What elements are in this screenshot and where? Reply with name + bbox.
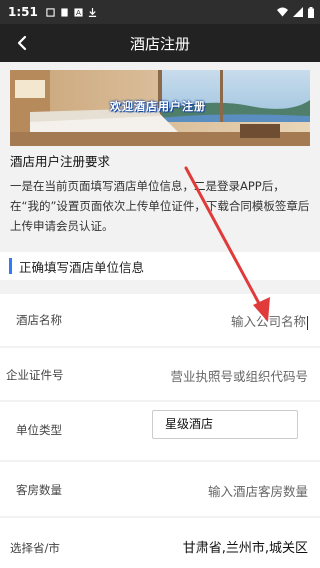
section-title: 正确填写酒店单位信息 (19, 259, 145, 275)
region-label: 选择省/市 (10, 541, 60, 555)
license-input[interactable]: 营业执照号或组织代码号 (170, 366, 308, 385)
status-bar: 1:51 A (0, 0, 320, 24)
text-cursor (307, 315, 308, 330)
text-icon: A (74, 8, 83, 17)
banner-text: 欢迎酒店用户注册 (110, 100, 206, 113)
chevron-left-icon (17, 35, 27, 51)
rooms-label: 客房数量 (16, 483, 62, 497)
sim-icon (61, 7, 68, 17)
app-header: 酒店注册 (0, 24, 320, 62)
unit-type-label: 单位类型 (16, 423, 62, 437)
signal-icon (293, 7, 303, 17)
hotel-name-label: 酒店名称 (16, 313, 62, 327)
section-accent-bar (9, 258, 12, 274)
section-header: 正确填写酒店单位信息 (0, 252, 320, 280)
rooms-input[interactable]: 输入酒店客房数量 (208, 481, 308, 500)
license-label: 企业证件号 (6, 368, 64, 382)
page-title: 酒店注册 (129, 34, 190, 53)
hotel-name-row: 酒店名称 输入公司名称 (0, 294, 320, 346)
requirements-text: 一是在当前页面填写酒店单位信息，二是登录APP后，在“我的”设置页面依次上传单位… (10, 179, 310, 233)
battery-icon (308, 6, 314, 18)
unit-type-select[interactable]: 星级酒店 (152, 410, 298, 439)
welcome-banner: 欢迎酒店用户注册 (10, 70, 310, 146)
requirements-title: 酒店用户注册要求 (10, 154, 111, 169)
status-time: 1:51 (8, 5, 38, 19)
notification-icons: A (46, 7, 97, 17)
region-select[interactable]: 甘肃省,兰州市,城关区 (183, 537, 308, 556)
notification-icon (46, 7, 55, 17)
system-icons (277, 6, 314, 18)
back-button[interactable] (8, 28, 36, 58)
hotel-name-placeholder: 输入公司名称 (230, 314, 306, 329)
rooms-row: 客房数量 输入酒店客房数量 (0, 462, 320, 516)
unit-type-row: 单位类型 星级酒店 (0, 402, 320, 460)
download-icon (88, 7, 96, 17)
hotel-name-input[interactable]: 输入公司名称 (231, 311, 308, 330)
wifi-icon (277, 7, 288, 17)
region-row: 选择省/市 甘肃省,兰州市,城关区 (0, 518, 320, 568)
svg-text:A: A (76, 8, 81, 17)
license-row: 企业证件号 营业执照号或组织代码号 (0, 348, 320, 400)
